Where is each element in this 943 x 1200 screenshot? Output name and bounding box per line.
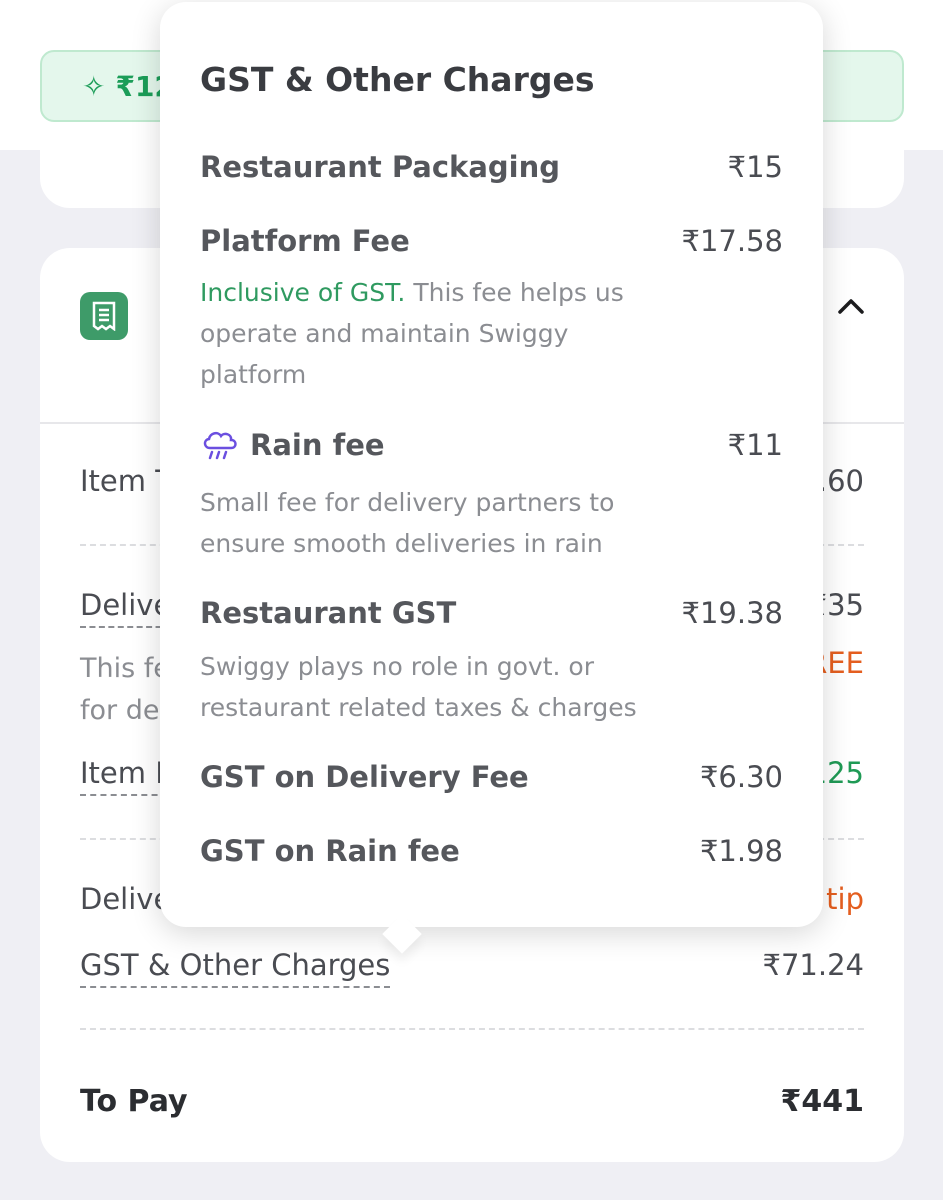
rain-fee-row-label: Rain fee bbox=[200, 428, 385, 462]
to-pay-value: ₹441 bbox=[780, 1084, 865, 1119]
restaurant-gst-value: ₹19.38 bbox=[681, 596, 783, 630]
delivery-fee-label[interactable]: Delive bbox=[80, 588, 172, 628]
packaging-value: ₹15 bbox=[727, 150, 783, 184]
divider bbox=[80, 1028, 864, 1030]
platform-fee-label: Platform Fee bbox=[200, 224, 410, 258]
packaging-label: Restaurant Packaging bbox=[200, 150, 561, 184]
gst-charges-label[interactable]: GST & Other Charges bbox=[80, 948, 391, 988]
restaurant-gst-label: Restaurant GST bbox=[200, 596, 457, 630]
add-tip-link[interactable]: tip bbox=[826, 882, 864, 916]
platform-fee-desc: Inclusive of GST. This fee helps us oper… bbox=[200, 272, 670, 395]
gst-breakdown-popover: GST & Other Charges Restaurant Packaging… bbox=[160, 2, 823, 954]
item-total-value: .60 bbox=[817, 464, 864, 498]
delivery-fee-text: Delive bbox=[80, 588, 172, 628]
gst-rain-value: ₹1.98 bbox=[699, 834, 783, 868]
rain-fee-value: ₹11 bbox=[727, 428, 783, 462]
rain-fee-desc: Small fee for delivery partners to ensur… bbox=[200, 488, 615, 558]
gst-charges-text: GST & Other Charges bbox=[80, 948, 391, 988]
gst-inclusive-note: Inclusive of GST. bbox=[200, 278, 406, 307]
sparkle-icon: ✧ bbox=[82, 69, 106, 103]
delivery-tip-label: Delive bbox=[80, 882, 172, 916]
delivery-note-line2: for de bbox=[80, 695, 160, 726]
gst-rain-label: GST on Rain fee bbox=[200, 834, 460, 868]
popover-title: GST & Other Charges bbox=[200, 60, 595, 99]
gst-delivery-value: ₹6.30 bbox=[699, 760, 783, 794]
rain-fee-label: Rain fee bbox=[250, 428, 385, 462]
item-total-label: Item T bbox=[80, 464, 173, 498]
restaurant-gst-desc: Swiggy plays no role in govt. or restaur… bbox=[200, 652, 637, 722]
to-pay-label: To Pay bbox=[80, 1084, 188, 1119]
rain-cloud-icon bbox=[203, 431, 237, 460]
gst-charges-value: ₹71.24 bbox=[762, 948, 864, 982]
receipt-icon bbox=[80, 292, 128, 340]
chevron-up-icon[interactable] bbox=[836, 292, 866, 322]
delivery-note-line1: This fe bbox=[80, 653, 170, 684]
platform-fee-value: ₹17.58 bbox=[681, 224, 783, 258]
gst-delivery-label: GST on Delivery Fee bbox=[200, 760, 529, 794]
